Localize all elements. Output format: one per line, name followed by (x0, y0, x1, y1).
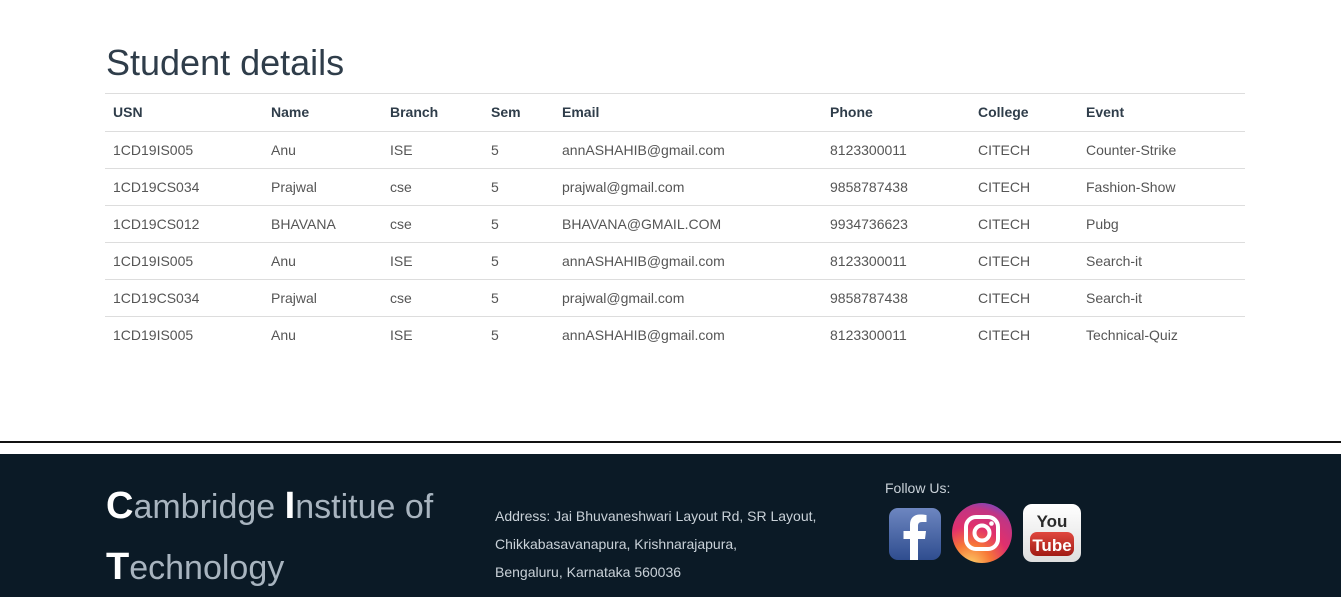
cell-sem: 5 (483, 131, 554, 169)
student-table: USN Name Branch Sem Email Phone College … (105, 94, 1245, 353)
social-links: You Tube (888, 502, 1082, 569)
table-row: 1CD19IS005 Anu ISE 5 annASHAHIB@gmail.co… (105, 316, 1245, 353)
table-row: 1CD19CS034 Prajwal cse 5 prajwal@gmail.c… (105, 168, 1245, 206)
cell-event: Technical-Quiz (1086, 326, 1178, 343)
cell-branch: cse (382, 279, 483, 317)
cell-email: annASHAHIB@gmail.com (554, 131, 822, 169)
cell-usn: 1CD19IS005 (105, 242, 263, 280)
cell-branch: ISE (382, 131, 483, 169)
cell-usn: 1CD19CS034 (105, 279, 263, 317)
cell-event: Counter-Strike (1078, 131, 1245, 169)
cell-phone: 9934736623 (822, 205, 970, 243)
brand-line-1: Cambridge Institue of (106, 476, 466, 537)
table-row: 1CD19CS012 BHAVANA cse 5 BHAVANA@GMAIL.C… (105, 205, 1245, 243)
brand-initial: T (106, 546, 130, 588)
instagram-link[interactable] (951, 502, 1013, 569)
footer-divider (0, 441, 1341, 443)
cell-college: CITECH (970, 131, 1078, 169)
cell-phone: 8123300011 (822, 242, 970, 280)
instagram-icon (952, 503, 1012, 563)
brand-line-2: Technology (106, 537, 466, 597)
cell-name: Anu (263, 131, 382, 169)
cell-branch: ISE (390, 326, 413, 343)
cell-branch: cse (382, 205, 483, 243)
column-header-branch: Branch (382, 94, 483, 132)
cell-phone: 8123300011 (830, 326, 907, 343)
cell-email: BHAVANA@GMAIL.COM (554, 205, 822, 243)
cell-college: CITECH (970, 168, 1078, 206)
cell-sem: 5 (491, 326, 499, 343)
table-body: 1CD19IS005 Anu ISE 5 annASHAHIB@gmail.co… (105, 131, 1245, 353)
cell-name: BHAVANA (263, 205, 382, 243)
cell-phone: 9858787438 (822, 279, 970, 317)
student-table-container: USN Name Branch Sem Email Phone College … (105, 93, 1245, 353)
cell-college: CITECH (970, 205, 1078, 243)
page-title: Student details (106, 42, 345, 83)
cell-event: Search-it (1078, 242, 1245, 280)
address-line: Address: Jai Bhuvaneshwari Layout Rd, SR… (495, 508, 817, 524)
address-line: Chikkabasavanapura, Krishnarajapura, (495, 536, 738, 552)
column-header-email: Email (554, 94, 822, 132)
facebook-icon (889, 508, 941, 560)
brand-initial: C (106, 485, 134, 527)
brand-initial: I (284, 485, 296, 527)
column-header-usn: USN (105, 94, 263, 132)
youtube-link[interactable]: You Tube (1022, 503, 1082, 568)
column-header-phone: Phone (822, 94, 970, 132)
cell-event: Pubg (1078, 205, 1245, 243)
brand-text: nstitue of (295, 488, 434, 526)
cell-college: CITECH (970, 279, 1078, 317)
cell-sem: 5 (483, 242, 554, 280)
cell-name: Prajwal (263, 168, 382, 206)
column-header-college: College (970, 94, 1078, 132)
cell-email: prajwal@gmail.com (554, 168, 822, 206)
column-header-name: Name (263, 94, 382, 132)
cell-branch: ISE (382, 242, 483, 280)
cell-sem: 5 (483, 168, 554, 206)
table-row: 1CD19CS034 Prajwal cse 5 prajwal@gmail.c… (105, 279, 1245, 317)
cell-sem: 5 (483, 205, 554, 243)
footer: Cambridge Institue of Technology Address… (0, 454, 1341, 597)
cell-email: prajwal@gmail.com (554, 279, 822, 317)
cell-email: annASHAHIB@gmail.com (554, 242, 822, 280)
cell-usn: 1CD19IS005 (105, 131, 263, 169)
cell-phone: 9858787438 (822, 168, 970, 206)
facebook-link[interactable] (888, 505, 942, 566)
follow-us-label: Follow Us: (885, 480, 951, 496)
cell-event: Search-it (1078, 279, 1245, 317)
table-row: 1CD19IS005 Anu ISE 5 annASHAHIB@gmail.co… (105, 131, 1245, 169)
brand-text: echnology (129, 549, 285, 587)
cell-college: CITECH (970, 242, 1078, 280)
table-row: 1CD19IS005 Anu ISE 5 annASHAHIB@gmail.co… (105, 242, 1245, 280)
cell-name: Anu (263, 242, 382, 280)
youtube-tube-text: Tube (1032, 536, 1071, 555)
cell-phone: 8123300011 (822, 131, 970, 169)
cell-usn: 1CD19CS012 (105, 205, 263, 243)
youtube-icon: You Tube (1023, 504, 1081, 562)
cell-usn: 1CD19CS034 (105, 168, 263, 206)
column-header-event: Event (1078, 94, 1245, 132)
cell-name: Prajwal (263, 279, 382, 317)
column-header-sem: Sem (483, 94, 554, 132)
cell-branch: cse (382, 168, 483, 206)
table-header-row: USN Name Branch Sem Email Phone College … (105, 94, 1245, 132)
cell-email: annASHAHIB@gmail.com (562, 326, 725, 343)
cell-event: Fashion-Show (1078, 168, 1245, 206)
footer-address: Address: Jai Bhuvaneshwari Layout Rd, SR… (495, 502, 855, 586)
footer-brand: Cambridge Institue of Technology (106, 476, 466, 597)
table-header: USN Name Branch Sem Email Phone College … (105, 94, 1245, 132)
cell-sem: 5 (483, 279, 554, 317)
cell-name: Anu (271, 326, 296, 343)
cell-usn: 1CD19IS005 (113, 326, 194, 343)
address-line: Bengaluru, Karnataka 560036 (495, 564, 682, 580)
cell-college: CITECH (978, 326, 1031, 343)
brand-text: ambridge (133, 488, 285, 526)
youtube-you-text: You (1037, 512, 1068, 531)
